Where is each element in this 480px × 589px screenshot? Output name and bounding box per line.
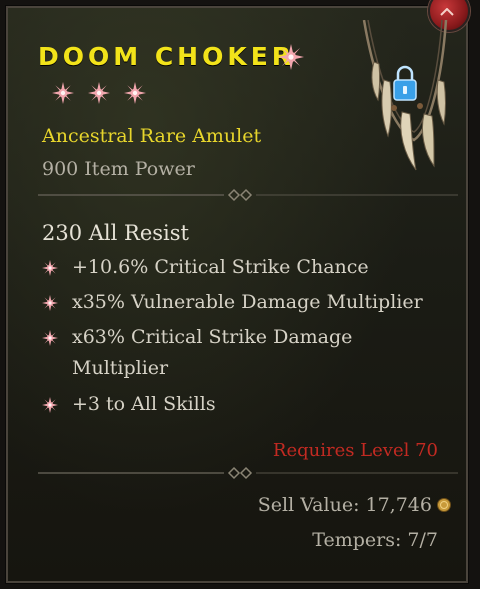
affix-row: +3 to All Skills — [42, 389, 472, 420]
greater-affix-icon — [42, 330, 58, 346]
item-type: Ancestral Rare Amulet — [42, 125, 262, 147]
affix-text: +10.6% Critical Strike Chance — [72, 256, 369, 278]
item-tooltip: DOOM CHOKER Ancestral Rare Amulet 900 It… — [5, 0, 470, 584]
affix-row: x63% Critical Strike Damage Multiplier — [42, 322, 372, 384]
affix-row: +10.6% Critical Strike Chance — [42, 252, 472, 283]
implicit-resist: 230 All Resist — [42, 221, 189, 245]
greater-affix-icon — [278, 44, 304, 70]
tempers-count: Tempers: 7/7 — [312, 529, 438, 551]
greater-affix-icon — [124, 82, 146, 104]
greater-affix-marks — [52, 82, 146, 104]
sell-value: Sell Value: 17,746 — [257, 494, 432, 516]
item-power: 900 Item Power — [42, 158, 195, 180]
affix-row: x35% Vulnerable Damage Multiplier — [42, 287, 472, 318]
greater-affix-icon — [42, 295, 58, 311]
affix-text: +3 to All Skills — [72, 393, 216, 415]
greater-affix-icon — [42, 397, 58, 413]
affix-text: x35% Vulnerable Damage Multiplier — [72, 291, 423, 313]
greater-affix-icon — [52, 82, 74, 104]
tooth-necklace-icon — [362, 20, 448, 171]
level-requirement: Requires Level 70 — [272, 440, 438, 461]
item-name: DOOM CHOKER — [38, 42, 296, 71]
gold-coin-icon — [437, 498, 451, 512]
greater-affix-icon — [88, 82, 110, 104]
divider — [38, 188, 458, 202]
divider — [38, 466, 458, 480]
affix-text: x63% Critical Strike Damage Multiplier — [72, 326, 353, 379]
greater-affix-icon — [42, 260, 58, 276]
